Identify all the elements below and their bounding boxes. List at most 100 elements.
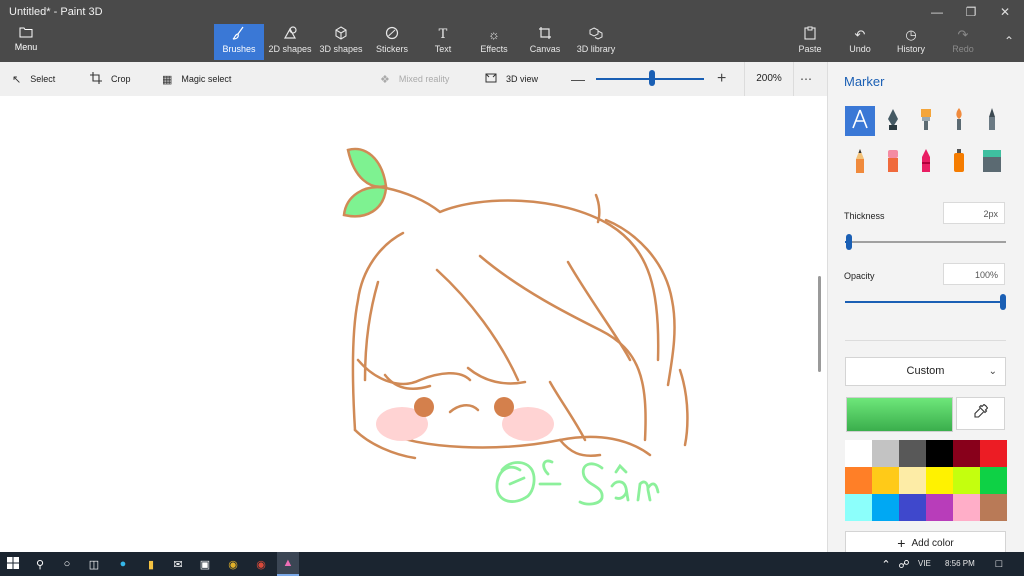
tab-2d-shapes[interactable]: 2D shapes [266, 24, 314, 60]
mixed-reality-label: Mixed reality [398, 74, 450, 84]
task-view-button[interactable]: ◫ [83, 552, 105, 576]
brush-oil[interactable] [911, 106, 941, 136]
store-button[interactable]: ▣ [194, 552, 216, 576]
tab-3d-library[interactable]: 3D library [574, 24, 618, 60]
eyedropper-button[interactable] [956, 397, 1005, 430]
sketch-drawing [342, 147, 689, 506]
brush-spray-can[interactable] [944, 148, 974, 178]
color-swatch[interactable] [872, 467, 899, 494]
tab-3d-shapes[interactable]: 3D shapes [318, 24, 364, 60]
zoom-in-button[interactable]: + [717, 62, 726, 96]
opacity-slider-thumb[interactable] [1000, 294, 1006, 310]
tab-brushes[interactable]: Brushes [214, 24, 264, 60]
brush-pixel-pen[interactable] [977, 106, 1007, 136]
tab-canvas[interactable]: Canvas [525, 24, 565, 60]
brush-crayon[interactable] [911, 148, 941, 178]
tab-text[interactable]: T Text [423, 24, 463, 60]
color-swatch[interactable] [845, 494, 872, 521]
color-swatch[interactable] [926, 494, 953, 521]
maximize-button[interactable]: ❐ [954, 0, 988, 24]
zoom-value[interactable]: 200% [744, 62, 794, 96]
more-options-button[interactable]: ⋯ [800, 62, 812, 96]
tab-label: Effects [480, 44, 508, 54]
notifications-button[interactable]: □ [988, 552, 1010, 576]
chrome-button[interactable]: ◉ [222, 552, 244, 576]
color-swatch[interactable] [926, 467, 953, 494]
color-swatch[interactable] [926, 440, 953, 467]
redo-button[interactable]: ↷ Redo [949, 24, 977, 60]
opacity-input[interactable]: 100% [943, 263, 1005, 285]
zoom-slider-thumb[interactable] [649, 70, 655, 86]
file-explorer-button[interactable]: ▮ [140, 552, 162, 576]
paste-button[interactable]: Paste [795, 24, 825, 60]
panel-divider [845, 340, 1006, 341]
network-button[interactable]: ☍ [893, 552, 915, 576]
drawing-canvas[interactable] [0, 96, 827, 552]
brush-marker[interactable] [845, 106, 875, 136]
collapse-ribbon-button[interactable]: ⌃ [1004, 34, 1014, 48]
search-button[interactable]: ⚲ [29, 552, 51, 576]
color-swatch[interactable] [899, 467, 926, 494]
chrome-alt-button[interactable]: ◉ [250, 552, 272, 576]
thickness-slider-thumb[interactable] [846, 234, 852, 250]
brush-pencil[interactable] [845, 148, 875, 178]
tab-effects[interactable]: ☼ Effects [474, 24, 514, 60]
color-swatch[interactable] [980, 440, 1007, 467]
minimize-button[interactable]: — [920, 0, 954, 24]
brush-side-panel: Marker Thickness 2px Opacity 100% Custom… [827, 62, 1024, 555]
color-swatch[interactable] [953, 494, 980, 521]
close-button[interactable]: ✕ [988, 0, 1022, 24]
cortana-icon: ○ [63, 558, 71, 570]
mail-button[interactable]: ✉ [167, 552, 189, 576]
color-swatch[interactable] [899, 494, 926, 521]
language-indicator[interactable]: VIE [918, 552, 931, 576]
selected-color-swatch[interactable] [846, 397, 953, 432]
tab-stickers[interactable]: Stickers [370, 24, 414, 60]
crop-label: Crop [111, 74, 131, 84]
color-mode-dropdown[interactable]: Custom ⌄ [845, 357, 1006, 386]
color-swatch[interactable] [845, 440, 872, 467]
paint3d-taskbar-button[interactable]: ▲ [277, 552, 299, 576]
color-swatch[interactable] [845, 467, 872, 494]
start-button[interactable] [2, 552, 24, 576]
3d-view-label: 3D view [506, 74, 539, 84]
color-swatch[interactable] [872, 494, 899, 521]
mixed-reality-button[interactable]: ❖ Mixed reality [380, 62, 449, 96]
crop-tool[interactable]: Crop [90, 62, 131, 96]
edge-button[interactable]: ● [112, 552, 134, 576]
notification-icon: □ [995, 558, 1003, 570]
brush-fill[interactable] [977, 148, 1007, 178]
brush-eraser[interactable] [878, 148, 908, 178]
magic-select-label: Magic select [181, 74, 232, 84]
color-swatch[interactable] [980, 467, 1007, 494]
cortana-button[interactable]: ○ [56, 552, 78, 576]
tab-label: Text [434, 44, 452, 54]
menu-button[interactable]: Menu [6, 26, 46, 52]
crop-icon [90, 71, 102, 87]
opacity-slider[interactable] [845, 301, 1006, 303]
brush-calligraphy-pen[interactable] [878, 106, 908, 136]
color-swatch[interactable] [872, 440, 899, 467]
add-color-label: Add color [911, 537, 954, 549]
magic-select-tool[interactable]: ▦ Magic select [162, 62, 231, 96]
thickness-slider[interactable] [845, 241, 1006, 243]
canvas-scrollbar[interactable] [818, 276, 821, 372]
color-palette [845, 440, 1007, 521]
undo-button[interactable]: ↶ Undo [845, 24, 875, 60]
thickness-input[interactable]: 2px [943, 202, 1005, 224]
color-swatch[interactable] [899, 440, 926, 467]
history-button[interactable]: ◷ History [895, 24, 927, 60]
zoom-out-button[interactable]: — [571, 62, 585, 96]
brush-watercolor[interactable] [944, 106, 974, 136]
color-swatch[interactable] [953, 440, 980, 467]
color-swatch[interactable] [980, 494, 1007, 521]
window-title: Untitled* - Paint 3D [9, 6, 103, 18]
select-tool[interactable]: ↖ Select [12, 62, 55, 96]
clock[interactable]: 8:56 PM [945, 552, 975, 576]
effects-icon: ☼ [488, 27, 500, 42]
3d-view-button[interactable]: 3D view [485, 62, 538, 96]
color-swatch[interactable] [953, 467, 980, 494]
eyedropper-icon [973, 403, 988, 423]
marker-icon [849, 108, 871, 135]
plus-icon: + [897, 535, 906, 551]
